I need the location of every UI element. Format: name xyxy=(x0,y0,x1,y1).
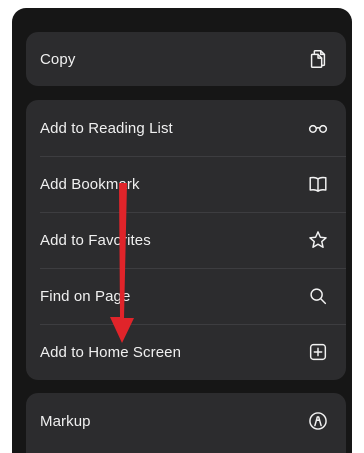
menu-item-label: Add to Reading List xyxy=(40,119,173,137)
book-icon xyxy=(306,172,330,196)
menu-item-copy[interactable]: Copy xyxy=(26,32,346,86)
menu-item-markup[interactable]: Markup xyxy=(26,393,346,449)
share-sheet: Copy Add to Reading List Add Bookmark Ad… xyxy=(12,8,352,453)
menu-item-add-to-home-screen[interactable]: Add to Home Screen xyxy=(26,324,346,380)
actions-group: Add to Reading List Add Bookmark Add to … xyxy=(26,100,346,380)
markup-group: Markup xyxy=(26,393,346,453)
menu-item-label: Find on Page xyxy=(40,287,131,305)
share-sheet-screen: Copy Add to Reading List Add Bookmark Ad… xyxy=(0,0,364,453)
menu-item-add-to-reading-list[interactable]: Add to Reading List xyxy=(26,100,346,156)
menu-item-add-bookmark[interactable]: Add Bookmark xyxy=(26,156,346,212)
menu-item-label: Add Bookmark xyxy=(40,175,140,193)
menu-item-label: Add to Home Screen xyxy=(40,343,182,361)
copy-icon xyxy=(306,47,330,71)
star-icon xyxy=(306,228,330,252)
menu-item-find-on-page[interactable]: Find on Page xyxy=(26,268,346,324)
menu-item-label: Markup xyxy=(40,412,91,430)
glasses-icon xyxy=(306,116,330,140)
search-icon xyxy=(306,284,330,308)
menu-item-add-to-favorites[interactable]: Add to Favorites xyxy=(26,212,346,268)
copy-group: Copy xyxy=(26,32,346,86)
menu-item-label: Add to Favorites xyxy=(40,231,151,249)
markup-pen-icon xyxy=(306,409,330,433)
add-square-icon xyxy=(306,340,330,364)
menu-item-label: Copy xyxy=(40,50,76,68)
